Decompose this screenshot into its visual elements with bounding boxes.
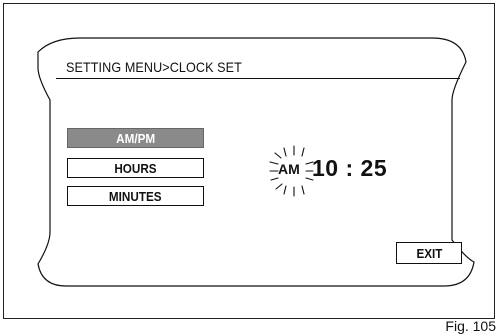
- figure-caption: Fig. 105: [445, 318, 496, 334]
- blink-rays-icon: [269, 145, 314, 197]
- exit-button[interactable]: EXIT: [396, 242, 462, 264]
- clock-time: 10 : 25: [312, 155, 388, 181]
- clock-period: AM: [278, 161, 300, 177]
- exit-button-label: EXIT: [415, 245, 443, 261]
